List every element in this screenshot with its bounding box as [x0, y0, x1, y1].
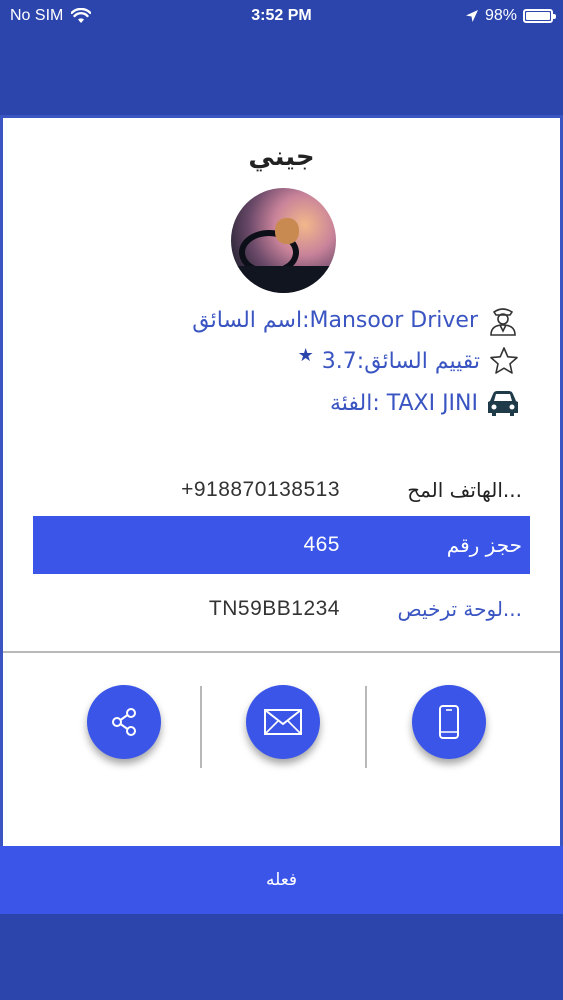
divider: [3, 651, 560, 653]
action-button[interactable]: فعله: [0, 846, 563, 914]
car-icon: [488, 391, 518, 416]
call-button[interactable]: [412, 685, 486, 759]
card-title: جيني: [248, 142, 315, 172]
status-right: 98%: [465, 7, 556, 25]
action-label: فعله: [265, 870, 298, 890]
driver-name: اسم السائق:Mansoor Driver: [192, 307, 478, 333]
battery-percent: 98%: [484, 7, 517, 24]
phone-value[interactable]: +918870138513: [181, 478, 340, 502]
message-button[interactable]: [246, 685, 320, 759]
booking-value: 465: [303, 533, 340, 556]
star-outline-icon: [490, 347, 518, 374]
location-arrow-icon: [465, 10, 478, 22]
plate-value: TN59BB1234: [208, 597, 340, 620]
driver-card: جيني اسم السائق:Mansoor Driver ★ تقييم ا…: [0, 115, 563, 846]
header-band: [0, 34, 563, 114]
button-separator: [365, 686, 367, 768]
plate-label: لوحة ترخيص...: [397, 597, 522, 621]
plate-row: TN59BB1234 لوحة ترخيص...: [33, 580, 530, 638]
share-button[interactable]: [87, 685, 161, 759]
phone-label: الهاتف المح...: [407, 478, 522, 502]
category-row: الفئة: TAXI JINI: [330, 388, 520, 418]
booking-label: حجز رقم: [446, 533, 522, 557]
driver-avatar: [231, 188, 336, 293]
status-bar: No SIM 3:52 PM 98%: [0, 0, 563, 34]
bottom-band: [0, 914, 563, 1000]
battery-icon: [523, 9, 556, 23]
driver-name-row: اسم السائق:Mansoor Driver: [192, 303, 520, 337]
category: الفئة: TAXI JINI: [329, 390, 478, 416]
phone-row[interactable]: +918870138513 الهاتف المح...: [33, 461, 530, 519]
booking-row: 465 حجز رقم: [33, 516, 530, 574]
rating-star-icon: ★: [297, 344, 314, 366]
driver-rating: تقييم السائق:3.7: [321, 348, 480, 374]
button-separator: [200, 686, 202, 768]
mobile-phone-icon: [439, 705, 459, 739]
share-icon: [112, 708, 136, 736]
driver-icon: [490, 308, 516, 336]
driver-rating-row: ★ تقييم السائق:3.7: [298, 345, 520, 377]
mail-icon: [264, 709, 302, 735]
